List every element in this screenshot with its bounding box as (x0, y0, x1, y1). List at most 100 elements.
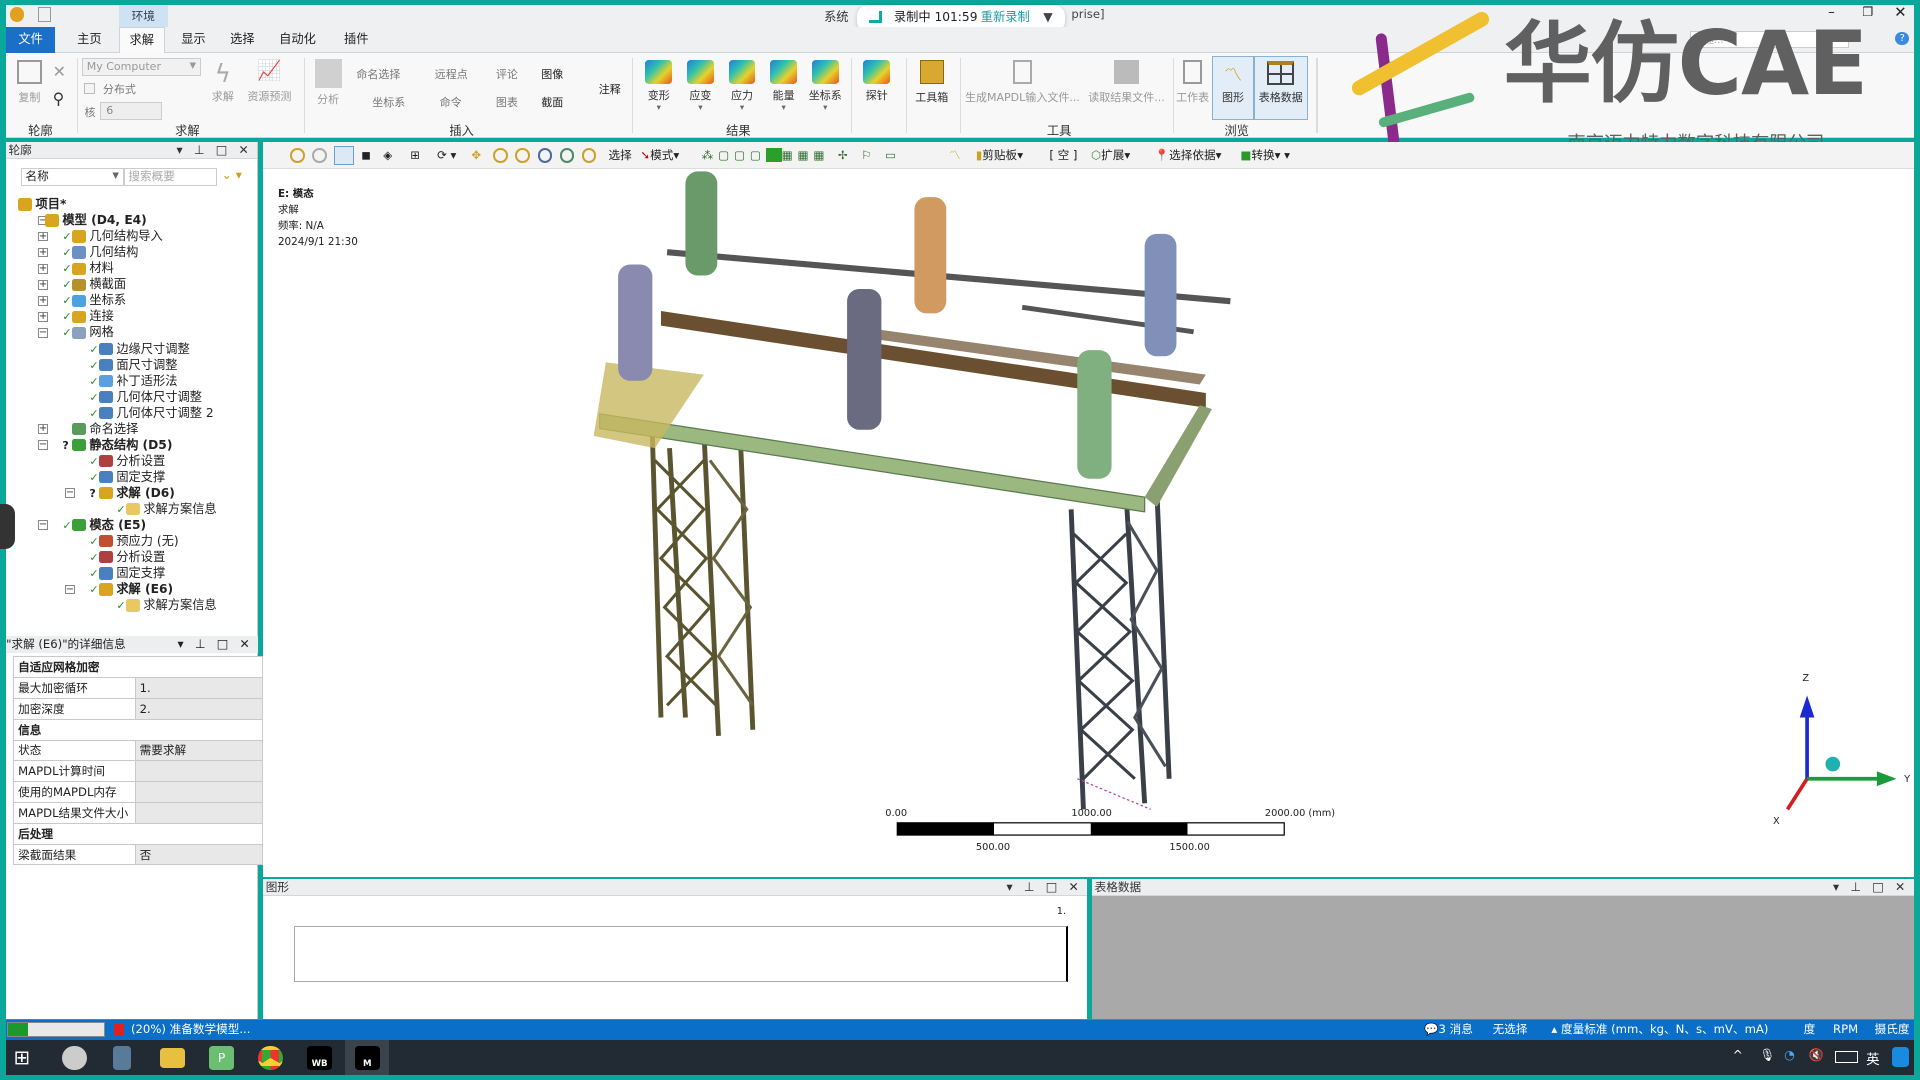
resource-prediction-button[interactable]: 📈 资源预测 (245, 59, 294, 104)
tab-3[interactable]: 显示 (171, 27, 215, 53)
comment-button[interactable]: 评论 (496, 66, 518, 82)
graph-button[interactable]: 〽图形 (1212, 56, 1254, 120)
tree-item[interactable]: 项目* (6, 197, 258, 213)
read-results-button[interactable]: 读取结果文件... (1084, 59, 1170, 105)
tree-item[interactable]: + 命名选择 (6, 422, 258, 438)
temperature-unit[interactable]: 摄氏度 (1875, 1020, 1910, 1040)
paint-icon[interactable] (62, 1045, 87, 1071)
image-button[interactable]: 图像 (541, 66, 563, 82)
expand-icon[interactable]: + (37, 263, 48, 274)
3d-model[interactable] (263, 142, 1914, 877)
tree-item[interactable]: −? 求解 (D6) (6, 486, 258, 502)
file-explorer-icon[interactable] (160, 1048, 185, 1068)
tree-item[interactable]: ✓ 分析设置 (6, 454, 258, 470)
copy-button[interactable]: 复制 (11, 59, 48, 105)
tray-chevron-icon[interactable]: ^ (1733, 1048, 1743, 1062)
collapse-icon[interactable]: − (64, 584, 75, 595)
result-button-1[interactable]: 应变 ▾ (680, 59, 722, 113)
calculator-icon[interactable] (112, 1045, 131, 1071)
tab-5[interactable]: 自动化 (269, 27, 325, 53)
result-button-0[interactable]: 变形 ▾ (638, 59, 680, 113)
angle-unit[interactable]: 度 (1804, 1020, 1816, 1040)
tree-item[interactable]: + ✓ 几何结构 (6, 245, 258, 261)
tree-item[interactable]: − ✓ 求解 (E6) (6, 582, 258, 598)
tree-item[interactable]: ✓ 几何体尺寸调整 (6, 390, 258, 406)
tree-item[interactable]: ✓ 固定支撑 (6, 470, 258, 486)
result-button-3[interactable]: 能量 ▾ (763, 59, 805, 113)
workbench-icon[interactable]: WB (307, 1045, 332, 1071)
details-category[interactable]: 后处理 (13, 822, 264, 845)
tree-item[interactable]: ✓ 边缘尺寸调整 (6, 342, 258, 358)
tree-item[interactable]: ✓ 面尺寸调整 (6, 358, 258, 374)
tree-item[interactable]: + ✓ 连接 (6, 309, 258, 325)
expand-icon[interactable]: + (37, 247, 48, 258)
details-category[interactable]: 自适应网格加密 (13, 656, 264, 679)
expand-icon[interactable]: + (37, 424, 48, 434)
tree-item[interactable]: + ✓ 几何结构导入 (6, 229, 258, 245)
env-context-tab[interactable]: 环境 (118, 4, 168, 27)
probe-button[interactable]: 探针 (858, 59, 895, 103)
tab-0[interactable]: 文件 (6, 26, 56, 53)
messages-button[interactable]: 💬3 消息 (1424, 1020, 1473, 1040)
details-panel-controls[interactable]: ▾ ⊥ □ ✕ (177, 636, 253, 653)
computer-select[interactable]: My Computer ▼ (82, 57, 201, 76)
tabular-data-button[interactable]: 表格数据 (1253, 56, 1308, 120)
collapse-icon[interactable]: − (37, 520, 48, 531)
tree-item[interactable]: − 模型 (D4, E4) (6, 213, 258, 229)
volume-muted-icon[interactable]: 🔇 (1809, 1048, 1824, 1062)
tree-item[interactable]: − ✓ 模态 (E5) (6, 518, 258, 534)
property-value[interactable]: 需要求解 (134, 739, 264, 762)
tree-item[interactable]: ✓ 求解方案信息 (6, 502, 258, 518)
mechanical-icon[interactable]: M (355, 1045, 380, 1071)
collapse-icon[interactable]: − (64, 488, 75, 499)
expand-icon[interactable]: + (37, 295, 48, 306)
tree-item[interactable]: ✓ 固定支撑 (6, 566, 258, 582)
collapse-icon[interactable]: − (37, 440, 48, 450)
tree-item[interactable]: − ✓ 网格 (6, 325, 258, 341)
speed-unit[interactable]: RPM (1833, 1020, 1858, 1040)
tree-item[interactable]: ✓ 分析设置 (6, 550, 258, 566)
tree-item[interactable]: + ✓ 材料 (6, 261, 258, 277)
expand-icon[interactable]: + (37, 311, 48, 322)
chevron-down-icon[interactable]: ▼ (1043, 5, 1052, 29)
tab-4[interactable]: 选择 (220, 27, 264, 53)
worksheet-button[interactable]: 工作表 (1173, 59, 1212, 105)
property-value[interactable]: 否 (134, 843, 264, 866)
property-value[interactable] (134, 760, 264, 783)
collapse-icon[interactable]: − (37, 328, 48, 338)
expand-icon[interactable]: + (37, 231, 48, 242)
qq-icon[interactable] (1891, 1046, 1909, 1067)
save-icon[interactable] (37, 7, 52, 23)
tab-6[interactable]: 插件 (334, 27, 378, 53)
tree-item[interactable]: −? 静态结构 (D5) (6, 438, 258, 454)
annotation-button[interactable]: 注释 (599, 81, 621, 97)
ime-indicator[interactable]: 英 (1866, 1048, 1879, 1068)
search-icon[interactable]: ⚲ (53, 89, 65, 108)
property-value[interactable]: 2. (134, 697, 264, 720)
tab-2[interactable]: 求解 (118, 26, 165, 53)
coord-system-button[interactable]: 坐标系 (372, 94, 405, 110)
generate-mapdl-button[interactable]: 生成MAPDL输入文件... (961, 59, 1083, 105)
tree-item[interactable]: ✓ 求解方案信息 (6, 598, 258, 614)
toolbox-button[interactable]: 工具箱 (912, 59, 951, 105)
details-category[interactable]: 信息 (13, 718, 264, 741)
units-button[interactable]: ▴ 度量标准 (mm、kg、N、s、mV、mA) (1551, 1020, 1768, 1040)
tree-item[interactable]: + ✓ 横截面 (6, 277, 258, 293)
tree-item[interactable]: + ✓ 坐标系 (6, 293, 258, 309)
property-value[interactable] (134, 802, 264, 824)
chart-button[interactable]: 图表 (496, 94, 518, 110)
side-dock-tab[interactable] (0, 504, 15, 549)
p-app-icon[interactable]: P (209, 1045, 234, 1071)
tab-1[interactable]: 主页 (67, 27, 111, 53)
stop-icon[interactable] (113, 1023, 124, 1036)
chrome-icon[interactable] (258, 1045, 283, 1071)
delete-icon[interactable]: ✕ (53, 62, 66, 81)
distributed-checkbox[interactable] (84, 83, 96, 95)
keyboard-icon[interactable] (1835, 1050, 1858, 1063)
graphics-viewport[interactable]: ◼ ◈ ⊞ ⟳ ▾ ✥ 选择 ➘模式▾ ⁂▢▢▢▢▦▦▦ ✢ ⚐ ▭ 〽 ▮剪贴… (263, 142, 1914, 877)
cores-input[interactable]: 6 (100, 101, 162, 120)
command-button[interactable]: 命令 (440, 94, 462, 110)
tabular-panel-controls[interactable]: ▾ ⊥ □ ✕ (1833, 879, 1909, 896)
tree-item[interactable]: ✓ 补丁适形法 (6, 374, 258, 390)
windows-start-icon[interactable]: ⊞ (13, 1046, 37, 1070)
